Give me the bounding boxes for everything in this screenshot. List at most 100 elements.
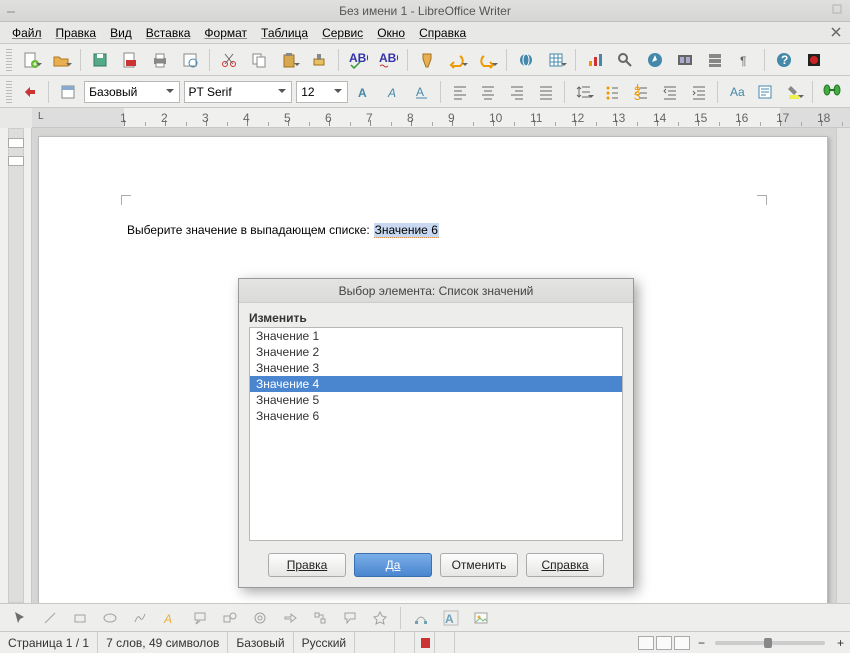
zoom-out-button[interactable]: −: [694, 636, 709, 650]
export-pdf-button[interactable]: [117, 47, 143, 73]
arrow-shapes-icon[interactable]: [278, 607, 302, 629]
toolbar-handle[interactable]: [6, 49, 12, 71]
menu-file[interactable]: Файл: [6, 24, 48, 42]
undo-button[interactable]: [444, 47, 470, 73]
align-center-button[interactable]: [476, 79, 501, 105]
underline-button[interactable]: A: [409, 79, 434, 105]
status-modified-icon[interactable]: [415, 632, 435, 653]
minimize-icon[interactable]: [6, 4, 18, 16]
basic-shapes-icon[interactable]: [218, 607, 242, 629]
chart-button[interactable]: [582, 47, 608, 73]
text-tool-icon[interactable]: A: [158, 607, 182, 629]
single-page-view-icon[interactable]: [638, 636, 654, 650]
book-view-icon[interactable]: [674, 636, 690, 650]
align-right-button[interactable]: [505, 79, 530, 105]
increase-indent-button[interactable]: [686, 79, 711, 105]
select-tool-icon[interactable]: [8, 607, 32, 629]
list-item[interactable]: Значение 1: [250, 328, 622, 344]
document-close-icon[interactable]: [828, 24, 844, 40]
save-button[interactable]: [87, 47, 113, 73]
open-button[interactable]: [48, 47, 74, 73]
insert-table-button[interactable]: [543, 47, 569, 73]
font-name-combo[interactable]: PT Serif: [184, 81, 293, 103]
menu-window[interactable]: Окно: [371, 24, 411, 42]
decrease-indent-button[interactable]: [658, 79, 683, 105]
find-replace-button[interactable]: [612, 47, 638, 73]
cut-button[interactable]: [216, 47, 242, 73]
list-item[interactable]: Значение 2: [250, 344, 622, 360]
flowchart-shapes-icon[interactable]: [308, 607, 332, 629]
multi-page-view-icon[interactable]: [656, 636, 672, 650]
sidebar-toggle-button[interactable]: [18, 79, 43, 105]
menu-tools[interactable]: Сервис: [316, 24, 369, 42]
menu-edit[interactable]: Правка: [50, 24, 103, 42]
fontwork-icon[interactable]: A: [439, 607, 463, 629]
freeform-tool-icon[interactable]: [128, 607, 152, 629]
status-language[interactable]: Русский: [294, 632, 356, 653]
callout-tool-icon[interactable]: [188, 607, 212, 629]
menu-insert[interactable]: Вставка: [140, 24, 197, 42]
bold-button[interactable]: A: [352, 79, 377, 105]
line-spacing-button[interactable]: [571, 79, 596, 105]
menu-format[interactable]: Формат: [198, 24, 253, 42]
dropdown-field[interactable]: Значение 6: [374, 223, 439, 238]
star-shapes-icon[interactable]: [368, 607, 392, 629]
redo-button[interactable]: [474, 47, 500, 73]
rect-tool-icon[interactable]: [68, 607, 92, 629]
callout-shapes-icon[interactable]: [338, 607, 362, 629]
bullets-button[interactable]: [600, 79, 625, 105]
copy-button[interactable]: [246, 47, 272, 73]
styles-button[interactable]: [55, 79, 80, 105]
clone-formatting-button[interactable]: [306, 47, 332, 73]
value-list[interactable]: Значение 1Значение 2Значение 3Значение 4…: [249, 327, 623, 541]
list-item[interactable]: Значение 5: [250, 392, 622, 408]
zoom-in-button[interactable]: +: [831, 636, 850, 650]
record-macro-button[interactable]: [801, 47, 827, 73]
status-page[interactable]: Страница 1 / 1: [0, 632, 98, 653]
format-paintbrush-button[interactable]: [414, 47, 440, 73]
navigator-button[interactable]: [642, 47, 668, 73]
view-layout-buttons[interactable]: [634, 636, 694, 650]
status-words[interactable]: 7 слов, 49 символов: [98, 632, 228, 653]
line-tool-icon[interactable]: [38, 607, 62, 629]
para-dialog-button[interactable]: [753, 79, 778, 105]
list-item[interactable]: Значение 6: [250, 408, 622, 424]
spellcheck-button[interactable]: ABC: [345, 47, 371, 73]
status-style[interactable]: Базовый: [228, 632, 293, 653]
ok-button[interactable]: Да: [354, 553, 432, 577]
nonprinting-button[interactable]: ¶: [732, 47, 758, 73]
toolbar-handle[interactable]: [6, 81, 12, 103]
print-preview-button[interactable]: [177, 47, 203, 73]
status-selection-mode[interactable]: [395, 632, 415, 653]
vertical-ruler[interactable]: [0, 128, 32, 603]
help-button[interactable]: Справка: [526, 553, 604, 577]
gallery-button[interactable]: [672, 47, 698, 73]
zoom-slider[interactable]: [715, 641, 825, 645]
menu-view[interactable]: Вид: [104, 24, 138, 42]
font-size-combo[interactable]: 12: [296, 81, 348, 103]
status-insert-mode[interactable]: [355, 632, 395, 653]
document-text[interactable]: Выберите значение в выпадающем списке: З…: [127, 217, 439, 239]
status-signature[interactable]: [435, 632, 455, 653]
paste-button[interactable]: [276, 47, 302, 73]
align-justify-button[interactable]: [533, 79, 558, 105]
new-doc-button[interactable]: [18, 47, 44, 73]
italic-button[interactable]: A: [381, 79, 406, 105]
edit-button[interactable]: Правка: [268, 553, 346, 577]
help-button[interactable]: ?: [771, 47, 797, 73]
list-item[interactable]: Значение 4: [250, 376, 622, 392]
auto-spellcheck-button[interactable]: ABC: [375, 47, 401, 73]
highlight-button[interactable]: [782, 79, 807, 105]
horizontal-ruler[interactable]: L 123456789101112131415161718: [32, 108, 850, 128]
cancel-button[interactable]: Отменить: [440, 553, 518, 577]
symbol-shapes-icon[interactable]: [248, 607, 272, 629]
maximize-icon[interactable]: [832, 4, 844, 16]
char-dialog-button[interactable]: Aa: [724, 79, 749, 105]
ellipse-tool-icon[interactable]: [98, 607, 122, 629]
align-left-button[interactable]: [447, 79, 472, 105]
paragraph-style-combo[interactable]: Базовый: [84, 81, 179, 103]
menu-table[interactable]: Таблица: [255, 24, 314, 42]
print-button[interactable]: [147, 47, 173, 73]
menu-help[interactable]: Справка: [413, 24, 472, 42]
data-sources-button[interactable]: [702, 47, 728, 73]
